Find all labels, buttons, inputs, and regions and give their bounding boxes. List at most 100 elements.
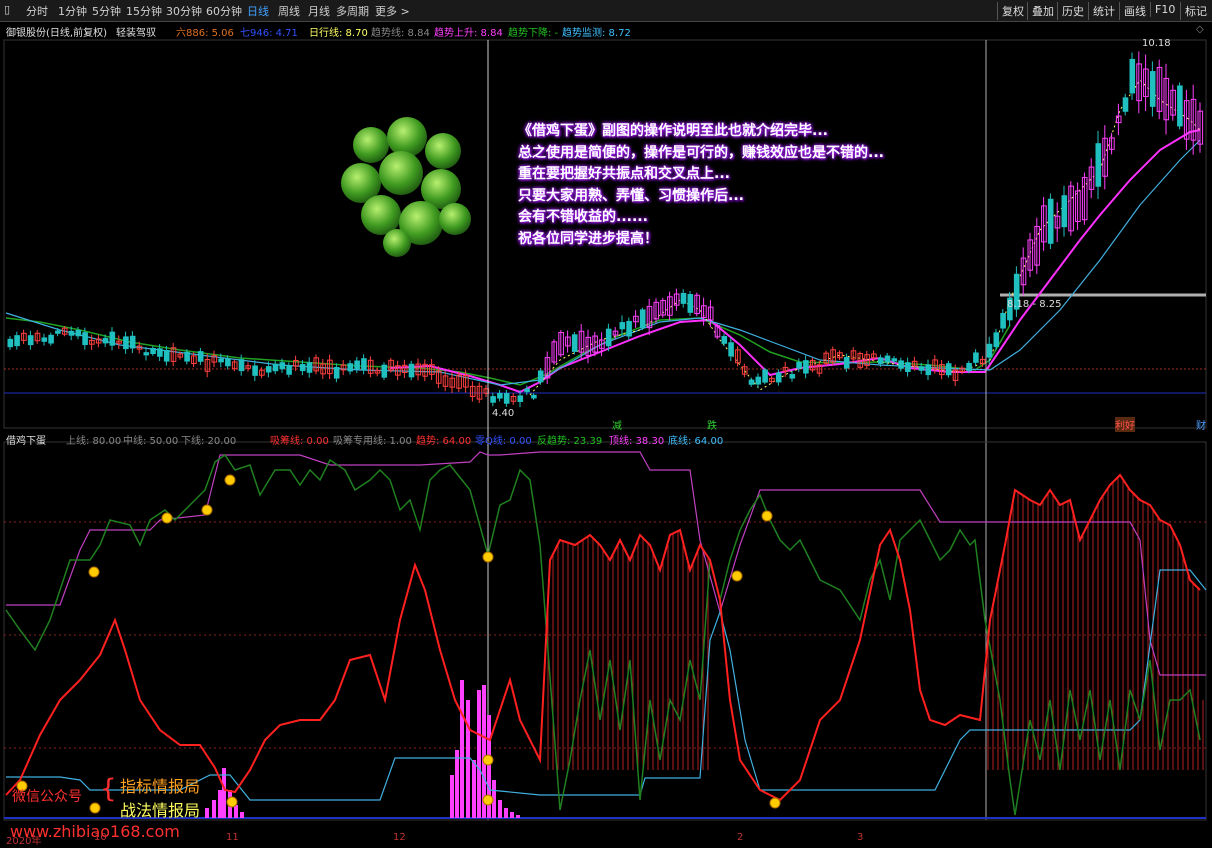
candle-body (218, 358, 224, 363)
candle-body (973, 352, 979, 363)
candle-body (877, 357, 884, 364)
candle-body (639, 309, 646, 329)
candle-body (884, 355, 891, 363)
candle-body (945, 363, 952, 376)
x-axis-label: 12 (393, 832, 406, 843)
sub-header-item: 趋势: 64.00 (416, 436, 472, 447)
candle-body (157, 348, 163, 357)
gold-egg-marker (161, 512, 173, 524)
main-indicator-name[interactable]: 轻装驾驭 (116, 24, 156, 39)
candle-body (966, 362, 972, 372)
diamond-icon[interactable]: ◇ (1196, 24, 1204, 35)
x-axis-label: 3 (857, 832, 864, 843)
candle-body (605, 328, 612, 347)
candle-body (1047, 198, 1054, 244)
pink-volume-bar (205, 808, 209, 818)
candle-body (184, 351, 190, 362)
gold-egg-marker (224, 474, 236, 486)
candle-body (272, 363, 279, 372)
gold-egg-marker (201, 504, 213, 516)
main-header-item: 趋势下降: - (508, 28, 559, 39)
sub-header-item: 吸筹线: 0.00 (270, 436, 329, 447)
candle-body (898, 360, 904, 369)
candle-body (333, 366, 340, 379)
sub-header-item: 中线: 50.00 (123, 436, 179, 447)
x-axis-label: 2020年 (6, 836, 42, 847)
gold-egg-marker (88, 566, 100, 578)
x-axis-label: 10 (94, 832, 107, 843)
gold-markers-group (16, 474, 781, 814)
event-mark[interactable]: 利好 (1115, 417, 1135, 432)
main-header-item: 七946: 4.71 (240, 28, 298, 39)
candle-body (68, 330, 75, 336)
candle-body (129, 335, 136, 349)
candle-body (279, 362, 286, 370)
main-header-item: 日行线: 8.70 (309, 28, 368, 39)
candle-body (925, 364, 932, 376)
candle-body (306, 362, 313, 373)
candle-body (687, 294, 694, 313)
candle-body (748, 379, 755, 385)
candle-body (721, 336, 728, 344)
wechat-label: 微信公众号 (12, 789, 82, 805)
candle-body (299, 364, 306, 372)
pink-volume-bar (450, 775, 454, 818)
sub-indicator-name[interactable]: 借鸡下蛋 (6, 432, 46, 447)
candle-body (408, 363, 415, 378)
event-mark[interactable]: 财 (1196, 417, 1206, 432)
candle-body (517, 395, 524, 402)
sub-header-item: 零Q线: 0.00 (475, 436, 532, 447)
high-price-label: 10.18 (1142, 38, 1171, 49)
pink-volume-bar (498, 800, 502, 818)
gold-egg-marker (89, 802, 101, 814)
candle-body (286, 364, 292, 375)
sub-header-item: 底线: 64.00 (668, 436, 724, 447)
candle-body (361, 358, 367, 371)
candle-body (150, 347, 156, 355)
pennywort-plant-icon (341, 117, 471, 257)
message-line: 会有不错收益的...... (518, 209, 648, 225)
candle-body (497, 392, 503, 399)
message-line: 重在要把握好共振点和交叉点上... (518, 166, 730, 182)
candle-body (1129, 58, 1136, 94)
message-line: 只要大家用熟、弄懂、习惯操作后... (518, 187, 744, 204)
pink-volume-bar (234, 805, 238, 818)
ma-green-line (5, 317, 1011, 386)
candle-body (225, 358, 231, 367)
pink-volume-bar (516, 815, 520, 818)
candle-body (626, 320, 632, 337)
stock-name[interactable]: 御银股份(日线,前复权) (6, 24, 107, 39)
pink-volume-bar (477, 690, 481, 818)
x-axis-label: 11 (226, 832, 239, 843)
pink-volume-bar (504, 808, 508, 818)
event-mark[interactable]: 跌 (707, 417, 717, 432)
low-price-label: 4.40 (492, 408, 515, 419)
range-label: 8.18 - 8.25 (1007, 299, 1062, 310)
candle-body (775, 372, 782, 383)
candle-body (48, 334, 54, 344)
candle-body (1095, 143, 1102, 187)
sub-header-item: 顶线: 38.30 (609, 436, 665, 447)
candle-body (381, 364, 388, 378)
candle-body (75, 329, 82, 337)
gold-egg-marker (731, 570, 743, 582)
candle-body (109, 331, 116, 346)
candle-body (619, 322, 626, 330)
candle-body (27, 335, 34, 346)
event-mark[interactable]: 减 (612, 417, 622, 432)
brace-icon: { (100, 774, 117, 804)
sub-header-item: 吸筹专用线: 1.00 (333, 436, 412, 447)
candle-body (265, 366, 272, 373)
gold-egg-marker (482, 754, 494, 766)
pink-volume-bar (466, 700, 470, 818)
candle-body (680, 292, 687, 304)
watermark-line1: 指标情报局 (120, 777, 201, 796)
gold-egg-marker (482, 551, 494, 563)
candle-body (1122, 97, 1129, 112)
candle-body (986, 343, 993, 358)
red-hatch-group (547, 477, 1204, 770)
candle-body (796, 361, 802, 369)
main-header-item: 趋势线: 8.84 (371, 28, 430, 39)
candle-body (1000, 312, 1006, 329)
candle-body (891, 358, 898, 362)
